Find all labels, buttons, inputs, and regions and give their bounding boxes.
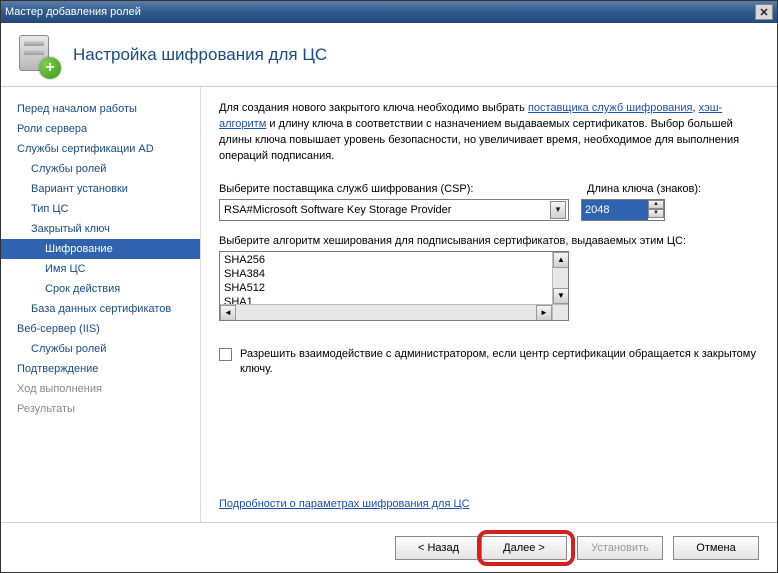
csp-select[interactable]: RSA#Microsoft Software Key Storage Provi… (219, 199, 569, 221)
intro-pre: Для создания нового закрытого ключа необ… (219, 102, 528, 114)
horizontal-scrollbar[interactable]: ◄ ► (220, 304, 552, 320)
keylen-spin-up[interactable]: ▲ (648, 200, 664, 209)
wizard-footer: < Назад Далее > Установить Отмена (1, 522, 777, 572)
sidebar-item-8[interactable]: Имя ЦС (1, 259, 200, 279)
next-button[interactable]: Далее > (481, 536, 567, 560)
titlebar: Мастер добавления ролей ✕ (1, 1, 777, 23)
window-title: Мастер добавления ролей (5, 6, 141, 18)
sidebar-item-15: Результаты (1, 399, 200, 419)
scroll-up-icon[interactable]: ▲ (553, 252, 569, 268)
scroll-corner (552, 304, 568, 320)
intro-post: и длину ключа в соответствии с назначени… (219, 118, 739, 162)
wizard-body: Перед началом работыРоли сервераСлужбы с… (1, 87, 777, 522)
keylen-value: 2048 (582, 200, 648, 220)
scroll-right-icon[interactable]: ► (536, 305, 552, 321)
csp-value: RSA#Microsoft Software Key Storage Provi… (224, 204, 451, 216)
hash-option-sha384[interactable]: SHA384 (222, 267, 566, 281)
hash-listbox[interactable]: SHA256SHA384SHA512SHA1 ▲ ▼ ◄ ► (219, 251, 569, 321)
wizard-sidebar: Перед началом работыРоли сервераСлужбы с… (1, 87, 201, 522)
sidebar-item-2[interactable]: Службы сертификации AD (1, 139, 200, 159)
sidebar-item-4[interactable]: Вариант установки (1, 179, 200, 199)
scroll-down-icon[interactable]: ▼ (553, 288, 569, 304)
server-plus-icon: + (15, 33, 59, 77)
intro-text: Для создания нового закрытого ключа необ… (219, 101, 759, 165)
sidebar-item-5[interactable]: Тип ЦС (1, 199, 200, 219)
csp-label: Выберите поставщика служб шифрования (CS… (219, 183, 569, 195)
close-button[interactable]: ✕ (755, 4, 773, 20)
sidebar-item-6[interactable]: Закрытый ключ (1, 219, 200, 239)
hash-label: Выберите алгоритм хеширования для подпис… (219, 235, 759, 247)
wizard-header: + Настройка шифрования для ЦС (1, 23, 777, 87)
back-button[interactable]: < Назад (395, 536, 481, 560)
wizard-main: Для создания нового закрытого ключа необ… (201, 87, 777, 522)
install-button: Установить (577, 536, 663, 560)
sidebar-item-14: Ход выполнения (1, 379, 200, 399)
keylen-input[interactable]: 2048 ▲ ▼ (581, 199, 665, 221)
chevron-down-icon[interactable]: ▼ (550, 201, 566, 219)
hash-option-sha256[interactable]: SHA256 (222, 253, 566, 267)
wizard-window: Мастер добавления ролей ✕ + Настройка ши… (0, 0, 778, 573)
sidebar-item-1[interactable]: Роли сервера (1, 119, 200, 139)
sidebar-item-12[interactable]: Службы ролей (1, 339, 200, 359)
csp-link[interactable]: поставщика служб шифрования (528, 102, 693, 114)
page-title: Настройка шифрования для ЦС (73, 45, 327, 65)
vertical-scrollbar[interactable]: ▲ ▼ (552, 252, 568, 304)
encryption-details-link[interactable]: Подробности о параметрах шифрования для … (219, 498, 759, 510)
allow-admin-label: Разрешить взаимодействие с администратор… (240, 347, 759, 378)
cancel-button[interactable]: Отмена (673, 536, 759, 560)
sidebar-item-7[interactable]: Шифрование (1, 239, 200, 259)
sidebar-item-13[interactable]: Подтверждение (1, 359, 200, 379)
keylen-label: Длина ключа (знаков): (587, 183, 701, 195)
sidebar-item-10[interactable]: База данных сертификатов (1, 299, 200, 319)
sidebar-item-11[interactable]: Веб-сервер (IIS) (1, 319, 200, 339)
scroll-left-icon[interactable]: ◄ (220, 305, 236, 321)
keylen-spin-down[interactable]: ▼ (648, 209, 664, 218)
allow-admin-checkbox[interactable] (219, 348, 232, 361)
hash-option-sha512[interactable]: SHA512 (222, 281, 566, 295)
sidebar-item-3[interactable]: Службы ролей (1, 159, 200, 179)
sidebar-item-9[interactable]: Срок действия (1, 279, 200, 299)
sidebar-item-0[interactable]: Перед началом работы (1, 99, 200, 119)
